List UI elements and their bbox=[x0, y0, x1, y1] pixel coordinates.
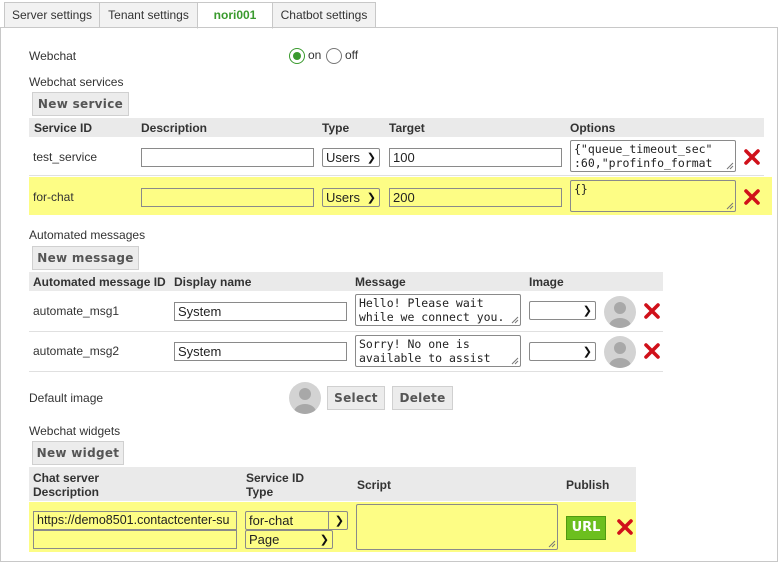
default-avatar bbox=[289, 382, 321, 414]
delete-message-icon[interactable] bbox=[643, 342, 661, 360]
display-name-input[interactable]: System bbox=[174, 302, 347, 321]
col-display-name: Display name bbox=[174, 275, 252, 289]
row-divider bbox=[29, 175, 764, 176]
avatar bbox=[604, 336, 636, 368]
widget-description-input[interactable] bbox=[33, 530, 237, 549]
service-id-cell: test_service bbox=[33, 150, 98, 164]
url-publish-button[interactable]: URL bbox=[566, 516, 606, 540]
tab-tenant-settings[interactable]: Tenant settings bbox=[99, 2, 198, 28]
automated-messages-label: Automated messages bbox=[29, 228, 146, 242]
new-widget-button[interactable]: New widget bbox=[32, 441, 124, 465]
select-image-button[interactable]: Select bbox=[327, 386, 385, 410]
row-divider bbox=[29, 331, 663, 332]
user-silhouette-icon bbox=[294, 388, 316, 414]
display-name-input[interactable]: System bbox=[174, 342, 347, 361]
delete-image-button[interactable]: Delete bbox=[392, 386, 453, 410]
col-type: Type bbox=[322, 121, 350, 135]
tab-bar: Server settings Tenant settings nori001 … bbox=[0, 0, 779, 29]
resize-grip-icon[interactable] bbox=[511, 357, 519, 365]
webchat-services-label: Webchat services bbox=[29, 75, 124, 89]
webchat-label: Webchat bbox=[29, 49, 77, 63]
new-service-button[interactable]: New service bbox=[32, 92, 129, 116]
service-description-input[interactable] bbox=[141, 148, 314, 167]
service-type-select[interactable]: Users ❯ bbox=[322, 148, 380, 167]
chevron-down-icon: ❯ bbox=[582, 346, 592, 358]
widget-type-select[interactable]: Page ❯ bbox=[245, 530, 333, 549]
tab-nori001[interactable]: nori001 bbox=[197, 2, 273, 29]
col-description: Description bbox=[141, 121, 208, 135]
resize-grip-icon[interactable] bbox=[511, 316, 519, 324]
tab-server-settings[interactable]: Server settings bbox=[4, 2, 100, 28]
message-textarea[interactable]: Sorry! No one is available to assist bbox=[355, 335, 521, 367]
image-select[interactable]: ❯ bbox=[529, 342, 596, 361]
service-description-input[interactable] bbox=[141, 188, 314, 207]
default-image-label: Default image bbox=[29, 391, 104, 405]
widgets-table-header bbox=[29, 467, 636, 501]
webchat-off-label: off bbox=[345, 48, 359, 62]
automated-message-id-cell: automate_msg2 bbox=[33, 344, 120, 358]
delete-service-icon[interactable] bbox=[743, 188, 761, 206]
col-automated-message-id: Automated message ID bbox=[33, 275, 166, 289]
resize-grip-icon[interactable] bbox=[726, 202, 734, 210]
chat-server-input[interactable]: https://demo8501.contactcenter-su bbox=[33, 511, 237, 530]
chevron-down-icon: ❯ bbox=[334, 515, 344, 527]
col-widget-description: Description bbox=[33, 485, 100, 499]
new-message-button[interactable]: New message bbox=[32, 246, 139, 270]
widget-service-id-select[interactable]: for-chat ❯ bbox=[245, 511, 348, 530]
resize-grip-icon[interactable] bbox=[726, 162, 734, 170]
col-widget-type: Type bbox=[246, 485, 274, 499]
col-options: Options bbox=[570, 121, 616, 135]
script-textarea[interactable] bbox=[356, 504, 558, 550]
user-silhouette-icon bbox=[609, 302, 631, 328]
avatar bbox=[604, 296, 636, 328]
delete-message-icon[interactable] bbox=[643, 302, 661, 320]
webchat-on-radio[interactable] bbox=[289, 48, 305, 64]
webchat-widgets-label: Webchat widgets bbox=[29, 424, 121, 438]
col-target: Target bbox=[389, 121, 425, 135]
service-options-textarea[interactable]: {} bbox=[570, 180, 736, 212]
delete-service-icon[interactable] bbox=[743, 148, 761, 166]
message-textarea[interactable]: Hello! Please wait while we connect you. bbox=[355, 294, 521, 326]
webchat-on-label: on bbox=[308, 48, 322, 62]
service-options-textarea[interactable]: {"queue_timeout_sec" :60,"profinfo_forma… bbox=[570, 140, 736, 172]
service-id-cell: for-chat bbox=[33, 190, 74, 204]
automated-message-id-cell: automate_msg1 bbox=[33, 304, 120, 318]
chevron-down-icon: ❯ bbox=[582, 305, 592, 317]
tab-chatbot-settings[interactable]: Chatbot settings bbox=[272, 2, 376, 28]
webchat-off-radio[interactable] bbox=[326, 48, 342, 64]
chevron-down-icon: ❯ bbox=[319, 534, 329, 546]
delete-widget-icon[interactable] bbox=[616, 518, 634, 536]
row-divider bbox=[29, 371, 663, 372]
chevron-down-icon: ❯ bbox=[366, 152, 376, 164]
resize-grip-icon[interactable] bbox=[548, 540, 556, 548]
service-target-input[interactable]: 100 bbox=[389, 148, 562, 167]
image-select[interactable]: ❯ bbox=[529, 301, 596, 320]
col-chat-server: Chat server bbox=[33, 471, 100, 485]
col-service-id: Service ID bbox=[34, 121, 93, 135]
col-publish: Publish bbox=[566, 478, 610, 492]
user-silhouette-icon bbox=[609, 342, 631, 368]
service-target-input[interactable]: 200 bbox=[389, 188, 562, 207]
chevron-down-icon: ❯ bbox=[366, 192, 376, 204]
service-type-select[interactable]: Users ❯ bbox=[322, 188, 380, 207]
col-script: Script bbox=[357, 478, 392, 492]
col-image: Image bbox=[529, 275, 564, 289]
col-message: Message bbox=[355, 275, 406, 289]
col-widget-service-id: Service ID bbox=[246, 471, 305, 485]
